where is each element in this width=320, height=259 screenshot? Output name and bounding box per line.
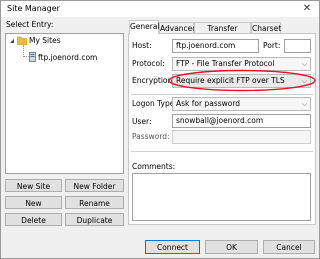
port-label: Port: <box>263 41 281 50</box>
host-input[interactable]: ftp.joenord.com <box>172 39 259 53</box>
host-label: Host: <box>132 41 152 50</box>
connect-button[interactable]: Connect <box>145 240 200 254</box>
password-input[interactable] <box>172 130 311 144</box>
ok-button[interactable]: OK <box>205 240 258 254</box>
server-icon <box>29 52 36 64</box>
comments-label: Comments: <box>132 162 176 171</box>
new-bookmark-button[interactable]: New Bookmark <box>5 196 62 221</box>
new-site-button[interactable]: New Site <box>5 179 62 192</box>
select-entry-label: Select Entry: <box>6 20 54 29</box>
encryption-highlight-ellipse <box>167 69 317 92</box>
protocol-label: Protocol: <box>132 59 165 68</box>
duplicate-button[interactable]: Duplicate <box>65 213 124 226</box>
window-title: Site Manager <box>7 4 60 13</box>
comments-textarea[interactable] <box>132 173 311 221</box>
site-tree[interactable]: My Sites ftp.joenord.com <box>5 33 124 174</box>
logon-type-label: Logon Type: <box>132 99 177 108</box>
user-input[interactable]: snowball@joenord.com <box>172 114 311 128</box>
divider <box>131 94 313 95</box>
rename-button[interactable]: Rename <box>65 196 124 209</box>
delete-button[interactable]: Delete <box>5 213 62 226</box>
protocol-value: FTP - File Transfer Protocol <box>176 59 275 68</box>
chevron-down-icon: ⌵ <box>301 100 307 108</box>
collapse-icon[interactable] <box>9 38 16 45</box>
divider <box>131 151 313 152</box>
cancel-button[interactable]: Cancel <box>263 240 315 254</box>
port-input[interactable] <box>284 39 311 53</box>
tree-site-item[interactable]: ftp.joenord.com <box>38 53 97 62</box>
folder-icon <box>16 36 28 47</box>
new-folder-button[interactable]: New Folder <box>65 179 124 192</box>
tree-root-label[interactable]: My Sites <box>29 36 61 45</box>
close-icon[interactable]: ✕ <box>299 2 315 16</box>
logon-type-select[interactable]: Ask for password ⌵ <box>172 97 311 111</box>
site-manager-window: Site Manager ✕ Select Entry: My Sites ft… <box>0 0 320 259</box>
tab-general[interactable]: General <box>129 20 160 34</box>
user-label: User: <box>132 117 152 126</box>
title-bar: Site Manager ✕ <box>1 1 319 17</box>
password-label: Password: <box>132 132 170 141</box>
logon-type-value: Ask for password <box>176 99 241 108</box>
